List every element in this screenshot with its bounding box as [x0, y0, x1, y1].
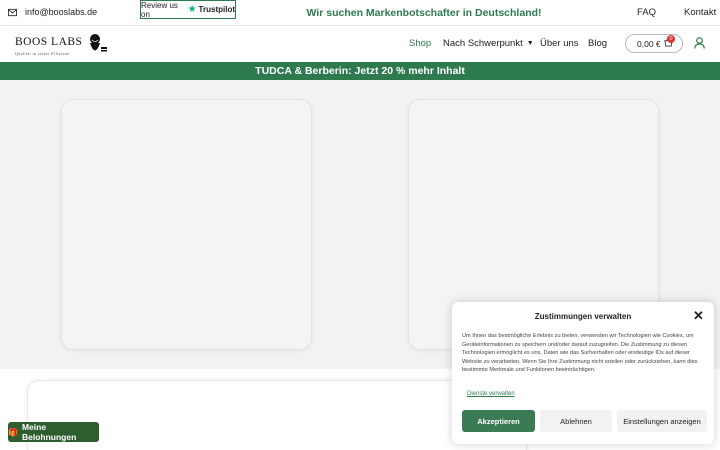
- promo-strip[interactable]: TUDCA & Berberin: Jetzt 20 % mehr Inhalt: [0, 62, 720, 80]
- nav-shop[interactable]: Shop: [409, 38, 431, 49]
- rewards-label: Meine Belohnungen: [21, 422, 77, 442]
- rewards-button[interactable]: 🎁 Meine Belohnungen: [8, 422, 99, 442]
- logo-wordmark: BOOS LABS Qualität in seiner Effizienz: [15, 32, 82, 56]
- cart-button[interactable]: 0,00 € 0: [625, 34, 683, 53]
- accept-button[interactable]: Akzeptieren: [462, 410, 535, 432]
- close-icon[interactable]: ✕: [693, 309, 704, 322]
- manage-services-link[interactable]: Dienste verwalten: [467, 391, 515, 397]
- nav-blog[interactable]: Blog: [588, 38, 607, 49]
- account-icon[interactable]: [694, 37, 705, 49]
- site-logo[interactable]: BOOS LABS Qualität in seiner Effizienz: [15, 31, 108, 57]
- product-card-placeholder[interactable]: [61, 99, 312, 350]
- cart-total: 0,00 €: [637, 38, 661, 49]
- cart-count-badge: 0: [667, 35, 675, 43]
- nav-schwerpunkt[interactable]: Nach Schwerpunkt ▼: [443, 38, 534, 49]
- main-header: BOOS LABS Qualität in seiner Effizienz S…: [0, 26, 720, 62]
- nav-schwerpunkt-label: Nach Schwerpunkt: [443, 38, 523, 49]
- gift-icon: 🎁: [8, 427, 18, 437]
- top-bar: info@booslabs.de Review us on ★ Trustpil…: [0, 0, 720, 26]
- logo-text: BOOS LABS: [15, 36, 83, 48]
- logo-tagline: Qualität in seiner Effizienz: [15, 51, 70, 56]
- chevron-down-icon: ▼: [526, 40, 534, 47]
- view-settings-button[interactable]: Einstellungen anzeigen: [617, 410, 707, 432]
- contact-link[interactable]: Kontakt: [684, 7, 716, 18]
- logo-portrait-icon: [90, 34, 108, 52]
- consent-title: Zustimmungen verwalten: [534, 312, 632, 321]
- faq-link[interactable]: FAQ: [637, 7, 656, 18]
- cookie-consent-dialog: Zustimmungen verwalten ✕ Um Ihnen das be…: [452, 302, 714, 444]
- consent-body-text: Um Ihnen das bestmögliche Erlebnis zu bi…: [462, 333, 698, 374]
- nav-ueber-uns[interactable]: Über uns: [540, 38, 579, 49]
- decline-button[interactable]: Ablehnen: [540, 410, 612, 432]
- ambassador-promo[interactable]: Wir suchen Markenbotschafter in Deutschl…: [0, 7, 720, 19]
